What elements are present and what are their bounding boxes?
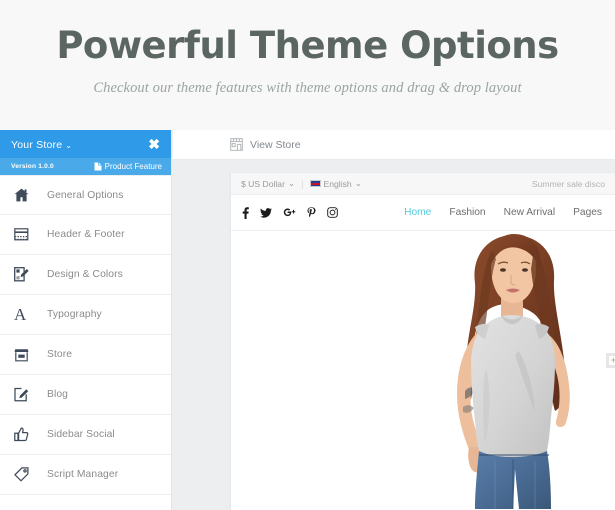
- sidebar-item-design-colors[interactable]: Design & Colors: [0, 255, 171, 295]
- view-store-button[interactable]: View Store: [230, 138, 301, 151]
- store-icon: [14, 348, 34, 362]
- uk-flag-icon: [309, 180, 321, 187]
- facebook-icon[interactable]: [242, 206, 249, 219]
- thumbs-up-icon: [14, 427, 34, 442]
- topbar-left: $ US Dollar ⌄ | English ⌄: [241, 178, 362, 189]
- document-icon: [94, 162, 102, 171]
- google-plus-icon[interactable]: [283, 207, 296, 218]
- chevron-down-icon: ⌄: [354, 178, 362, 188]
- product-feature-link[interactable]: Product Feature: [94, 162, 162, 171]
- sidebar-item-label: Store: [47, 349, 73, 360]
- sidebar-item-label: Blog: [47, 389, 69, 400]
- page-header: Powerful Theme Options Checkout our them…: [0, 0, 615, 97]
- sidebar-item-blog[interactable]: Blog: [0, 375, 171, 415]
- sidebar-item-script-manager[interactable]: Script Manager: [0, 455, 171, 495]
- sidebar-item-label: Design & Colors: [47, 269, 123, 280]
- sidebar-item-sidebar-social[interactable]: Sidebar Social: [0, 415, 171, 455]
- sidebar-item-header-footer[interactable]: Header & Footer: [0, 215, 171, 255]
- close-icon[interactable]: ✖: [148, 137, 160, 151]
- instagram-icon[interactable]: [327, 207, 338, 218]
- sidebar-item-general-options[interactable]: General Options: [0, 175, 171, 215]
- edit-icon: [14, 387, 34, 402]
- language-label: English: [323, 178, 352, 189]
- store-navbar: Home Fashion New Arrival Pages: [231, 195, 615, 231]
- topbar-divider: |: [301, 178, 304, 189]
- sidebar-menu: General Options Header & Footer Design &…: [0, 175, 171, 495]
- store-icon: [230, 138, 243, 151]
- nav-link-fashion[interactable]: Fashion: [449, 207, 485, 218]
- nav-link-new-arrival[interactable]: New Arrival: [504, 207, 556, 218]
- store-topbar: $ US Dollar ⌄ | English ⌄ Summer sale di…: [231, 173, 615, 195]
- sidebar-item-typography[interactable]: A Typography: [0, 295, 171, 335]
- nav-link-pages[interactable]: Pages: [573, 207, 602, 218]
- layout-icon: [14, 228, 34, 241]
- palette-icon: [14, 267, 34, 282]
- home-icon: [14, 188, 34, 202]
- currency-label: $ US Dollar: [241, 178, 285, 189]
- theme-options-sidebar: Your Store ⌄ ✖ Version 1.0.0 Product Feat…: [0, 130, 172, 510]
- sidebar-item-label: General Options: [47, 189, 124, 201]
- app-shell: Your Store ⌄ ✖ Version 1.0.0 Product Feat…: [0, 130, 615, 510]
- pinterest-icon[interactable]: [307, 206, 316, 219]
- nav-link-home[interactable]: Home: [404, 207, 431, 218]
- sidebar-item-label: Script Manager: [47, 469, 119, 480]
- sidebar-item-label: Typography: [47, 309, 102, 320]
- product-hotspot-button[interactable]: +: [606, 353, 615, 368]
- typography-icon: A: [14, 306, 34, 323]
- page-subtitle: Checkout our theme features with theme o…: [93, 79, 522, 96]
- sidebar-header: Your Store ⌄ ✖: [0, 130, 171, 158]
- tag-icon: [14, 467, 34, 482]
- version-label: Version 1.0.0: [11, 163, 54, 170]
- viewstore-toolbar: View Store: [173, 130, 615, 160]
- chevron-down-icon: ⌄: [65, 141, 73, 150]
- chevron-down-icon: ⌄: [287, 178, 296, 188]
- language-selector[interactable]: English ⌄: [309, 178, 362, 189]
- promo-text: Summer sale disco: [531, 178, 605, 189]
- sidebar-item-store[interactable]: Store: [0, 335, 171, 375]
- typography-glyph: A: [14, 305, 27, 324]
- plus-icon: +: [610, 355, 615, 365]
- currency-selector[interactable]: $ US Dollar ⌄: [241, 178, 295, 189]
- store-nav-links: Home Fashion New Arrival Pages: [404, 207, 604, 218]
- product-feature-label: Product Feature: [104, 162, 162, 171]
- model-photo: [413, 231, 603, 509]
- sidebar-item-label: Header & Footer: [47, 229, 125, 240]
- store-preview: $ US Dollar ⌄ | English ⌄ Summer sale di…: [231, 173, 615, 510]
- social-icons: [242, 206, 338, 219]
- sidebar-subheader: Version 1.0.0 Product Feature: [0, 158, 171, 175]
- view-store-label: View Store: [250, 138, 301, 151]
- store-name-label: Your Store: [11, 139, 63, 151]
- store-selector[interactable]: Your Store ⌄: [11, 135, 72, 153]
- page-title: Powerful Theme Options: [56, 24, 559, 67]
- hero-product-image: +: [231, 231, 615, 509]
- sidebar-item-label: Sidebar Social: [47, 429, 115, 440]
- twitter-icon[interactable]: [260, 207, 272, 218]
